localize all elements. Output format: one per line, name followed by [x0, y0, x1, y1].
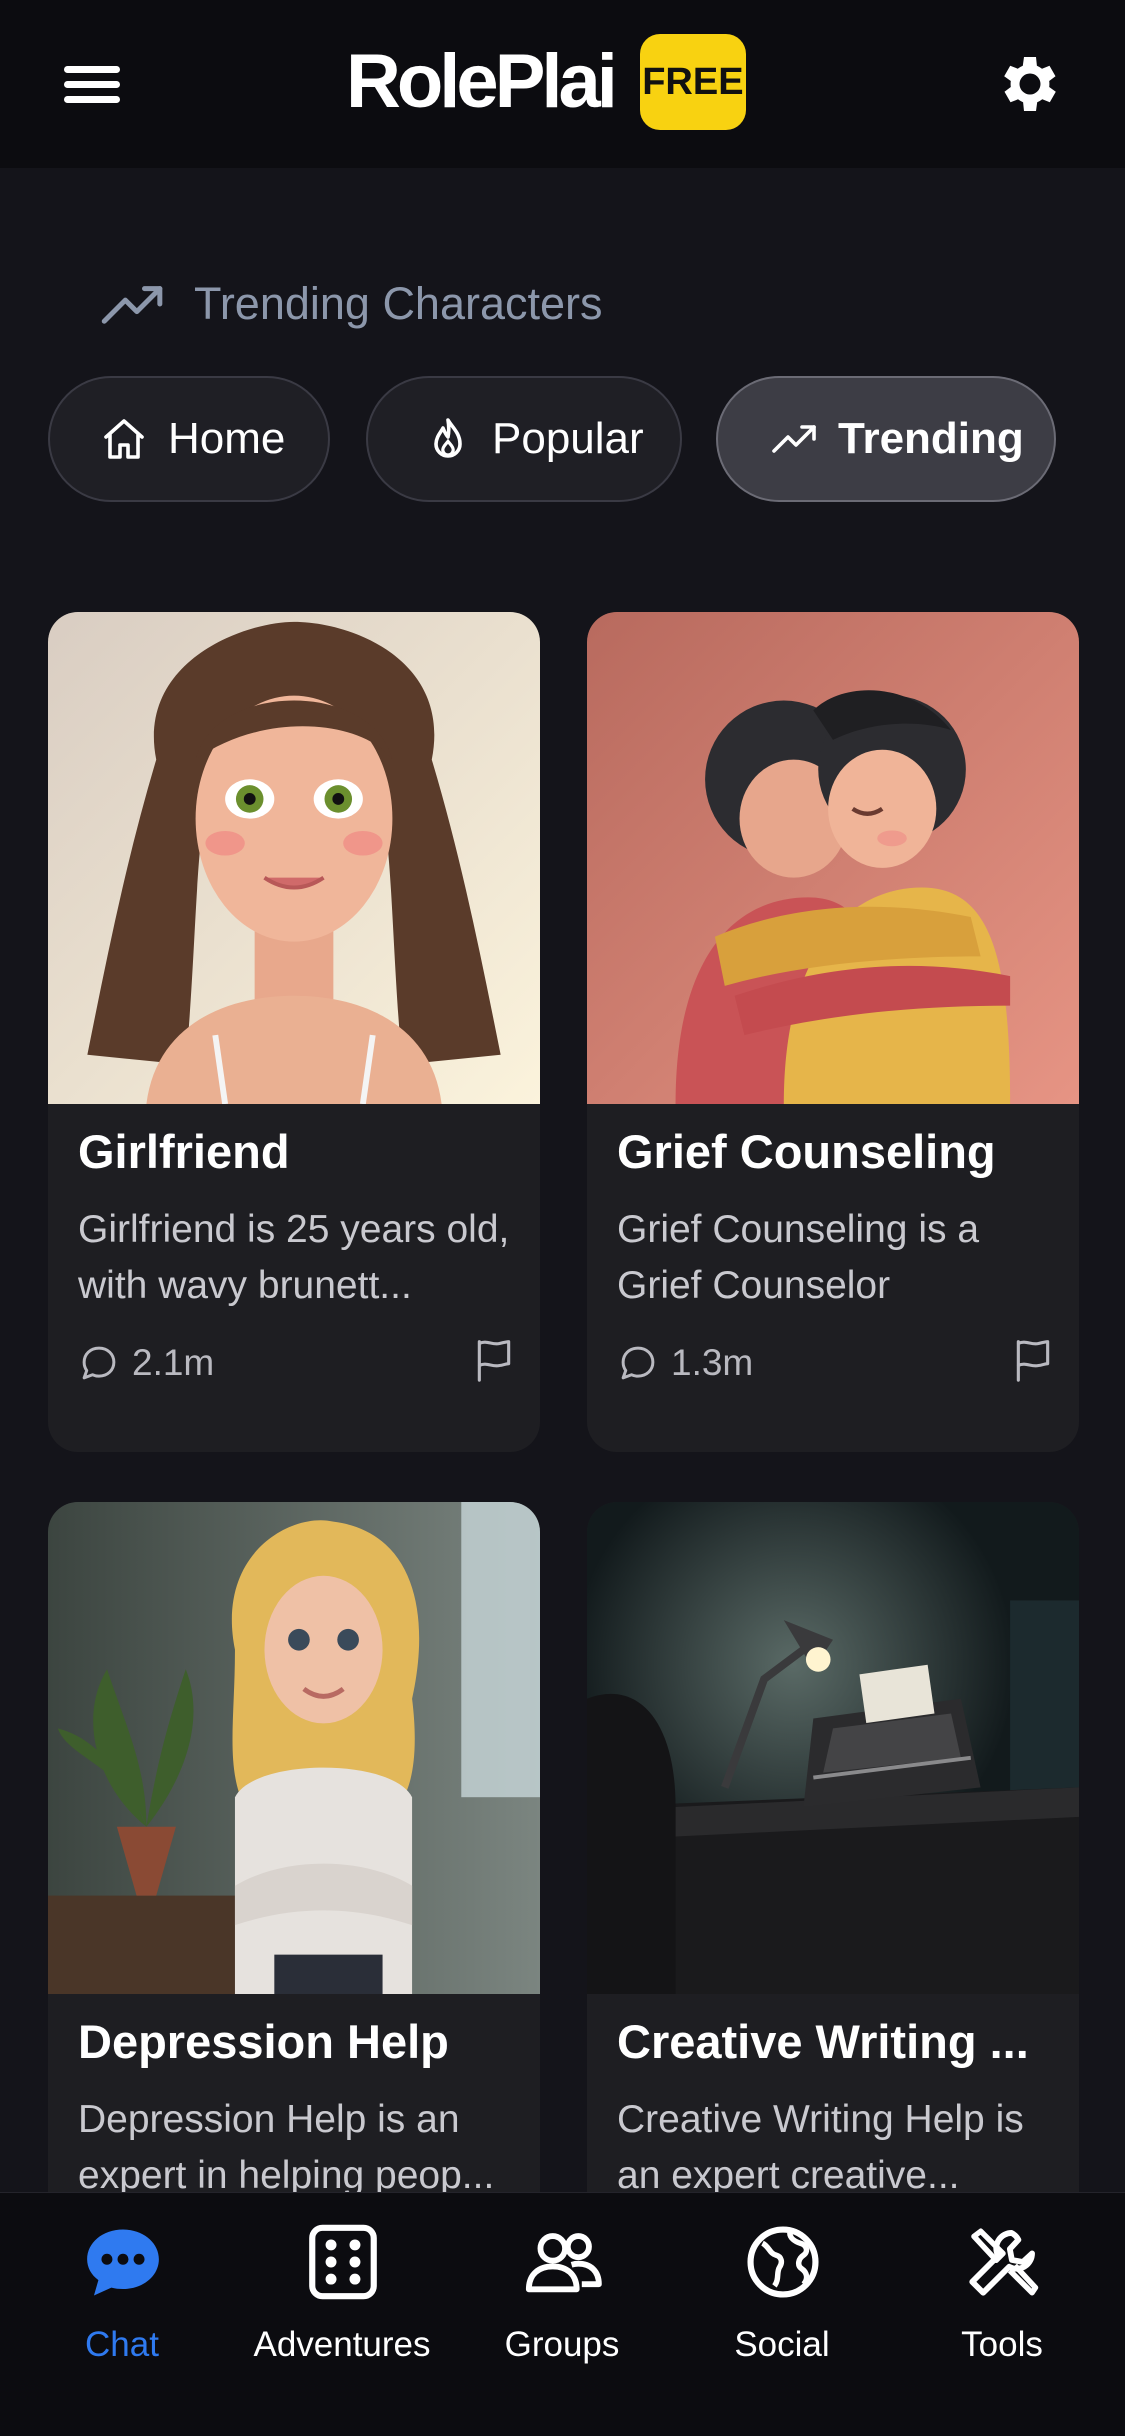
card-stats: 2.1m [78, 1342, 214, 1384]
brand-logo-text: RolePlai [346, 39, 618, 124]
home-icon [104, 419, 144, 459]
filter-pills: Home Popular Trending [0, 376, 1125, 504]
chat-count: 2.1m [132, 1342, 215, 1383]
filter-home-label: Home [168, 414, 286, 463]
nav-chat-label: Chat [85, 2325, 159, 2364]
card-description: Girlfriend is 25 years old, with wavy br… [78, 1208, 510, 1307]
character-card-grief-counseling[interactable]: Grief Counseling Grief Counseling is a G… [587, 612, 1079, 1452]
tools-icon [969, 2228, 1039, 2296]
top-bar: RolePlai FREE [0, 0, 1125, 168]
card-description: Grief Counseling is a Grief Counselor [617, 1208, 980, 1307]
trending-icon [101, 286, 163, 324]
dice-icon [309, 2224, 377, 2300]
filter-trending[interactable]: Trending [716, 376, 1056, 502]
nav-adventures[interactable]: Adventures [232, 2211, 452, 2391]
card-title: Creative Writing ... [617, 2015, 1029, 2068]
filter-popular-label: Popular [492, 414, 644, 463]
comment-icon [621, 1346, 655, 1380]
character-image [48, 1502, 540, 1994]
globe-icon [747, 2226, 819, 2298]
filter-popular[interactable]: Popular [366, 376, 682, 502]
nav-adventures-label: Adventures [253, 2325, 431, 2364]
nav-groups-label: Groups [504, 2325, 620, 2364]
hamburger-menu-icon[interactable] [60, 58, 124, 110]
nav-social[interactable]: Social [672, 2211, 892, 2391]
groups-icon [525, 2233, 602, 2293]
flame-icon [434, 418, 462, 458]
card-description: Creative Writing Help is an expert creat… [617, 2098, 1024, 2197]
comment-icon [82, 1346, 116, 1380]
card-title: Grief Counseling [617, 1125, 996, 1178]
chat-count: 1.3m [671, 1342, 754, 1383]
nav-groups[interactable]: Groups [452, 2211, 672, 2391]
card-description: Depression Help is an expert in helping … [78, 2098, 495, 2197]
card-title: Depression Help [78, 2015, 449, 2068]
nav-tools[interactable]: Tools [892, 2211, 1112, 2391]
free-badge: FREE [639, 34, 746, 130]
card-stats: 1.3m [617, 1342, 753, 1384]
filter-home[interactable]: Home [48, 376, 330, 502]
flag-icon[interactable] [1011, 1336, 1055, 1384]
brand: RolePlai FREE [346, 34, 746, 130]
trending-icon [772, 425, 816, 453]
flag-icon[interactable] [472, 1336, 516, 1384]
chat-icon [87, 2229, 159, 2296]
nav-chat[interactable]: Chat [12, 2211, 232, 2391]
bottom-nav: Chat Adventures Groups Social Tools [0, 2192, 1125, 2436]
character-image [48, 612, 540, 1104]
filter-trending-label: Trending [838, 414, 1024, 463]
character-image [587, 612, 1079, 1104]
character-card-girlfriend[interactable]: Girlfriend Girlfriend is 25 years old, w… [48, 612, 540, 1452]
section-title: Trending Characters [194, 278, 603, 329]
gear-icon[interactable] [994, 48, 1066, 120]
nav-tools-label: Tools [961, 2325, 1043, 2364]
card-title: Girlfriend [78, 1125, 290, 1178]
character-image [587, 1502, 1079, 1994]
section-heading: Trending Characters [100, 272, 603, 336]
app-root: RolePlai FREE Trending Characters Home P… [0, 0, 1125, 2436]
nav-social-label: Social [734, 2325, 830, 2364]
